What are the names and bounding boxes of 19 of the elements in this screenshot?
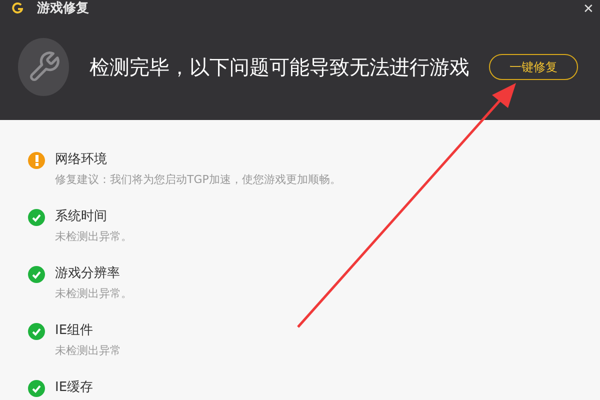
exclamation-icon — [34, 155, 38, 166]
repair-button[interactable]: 一键修复 — [489, 54, 578, 80]
check-icon — [32, 214, 41, 222]
window-title: 游戏修复 — [37, 0, 90, 17]
check-item-title: 网络环境 — [55, 151, 108, 168]
check-item-title: 游戏分辨率 — [55, 265, 121, 282]
check-item-title: IE缓存 — [55, 379, 94, 396]
close-button[interactable]: ✕ — [583, 0, 594, 16]
check-item-detail: 未检测出异常。 — [55, 286, 132, 301]
logo-icon — [12, 2, 23, 14]
check-icon — [32, 328, 41, 336]
check-item-detail: 未检测出异常 — [55, 343, 121, 358]
check-icon — [32, 384, 41, 392]
check-item-detail: 修复建议：我们将为您启动TGP加速，使您游戏更加顺畅。 — [55, 172, 341, 187]
check-icon — [32, 270, 41, 278]
check-item-title: IE组件 — [55, 322, 94, 339]
result-message: 检测完毕，以下问题可能导致无法进行游戏 — [89, 54, 470, 80]
check-item-detail: 未检测出异常。 — [55, 229, 132, 244]
check-item-title: 系统时间 — [55, 208, 108, 225]
